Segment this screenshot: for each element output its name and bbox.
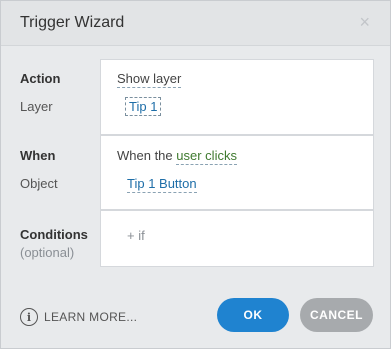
when-section: When Object When the user clicks Tip 1 B… [1, 135, 390, 210]
conditions-label: Conditions [20, 227, 88, 242]
dialog-footer: i LEARN MORE... OK CANCEL [1, 282, 390, 348]
add-condition-button[interactable]: + if [127, 228, 145, 243]
action-panel: Show layer Tip 1 [100, 59, 374, 135]
learn-more-label: LEARN MORE... [44, 310, 138, 324]
title-bar: Trigger Wizard × [1, 1, 390, 46]
action-value[interactable]: Show layer [117, 71, 182, 88]
trigger-wizard-dialog: Trigger Wizard × Action Layer Show layer… [0, 0, 391, 349]
when-label: When [20, 148, 56, 163]
object-value[interactable]: Tip 1 Button [127, 176, 197, 193]
optional-label: (optional) [20, 245, 75, 260]
conditions-section: Conditions (optional) + if [1, 210, 390, 267]
ok-button[interactable]: OK [217, 298, 289, 332]
action-label: Action [20, 71, 61, 86]
layer-value[interactable]: Tip 1 [125, 97, 162, 116]
close-icon[interactable]: × [359, 13, 370, 31]
action-section: Action Layer Show layer Tip 1 [1, 59, 390, 135]
when-prefix: When the [117, 148, 173, 163]
when-trigger-value[interactable]: user clicks [176, 148, 237, 165]
when-sentence: When the user clicks [117, 148, 237, 165]
info-icon: i [20, 308, 38, 326]
cancel-button[interactable]: CANCEL [300, 298, 373, 332]
object-label: Object [20, 176, 58, 191]
learn-more-link[interactable]: i LEARN MORE... [20, 306, 137, 328]
conditions-panel: + if [100, 210, 374, 267]
when-panel: When the user clicks Tip 1 Button [100, 135, 374, 210]
dialog-title: Trigger Wizard [20, 14, 125, 31]
layer-label: Layer [20, 99, 53, 114]
